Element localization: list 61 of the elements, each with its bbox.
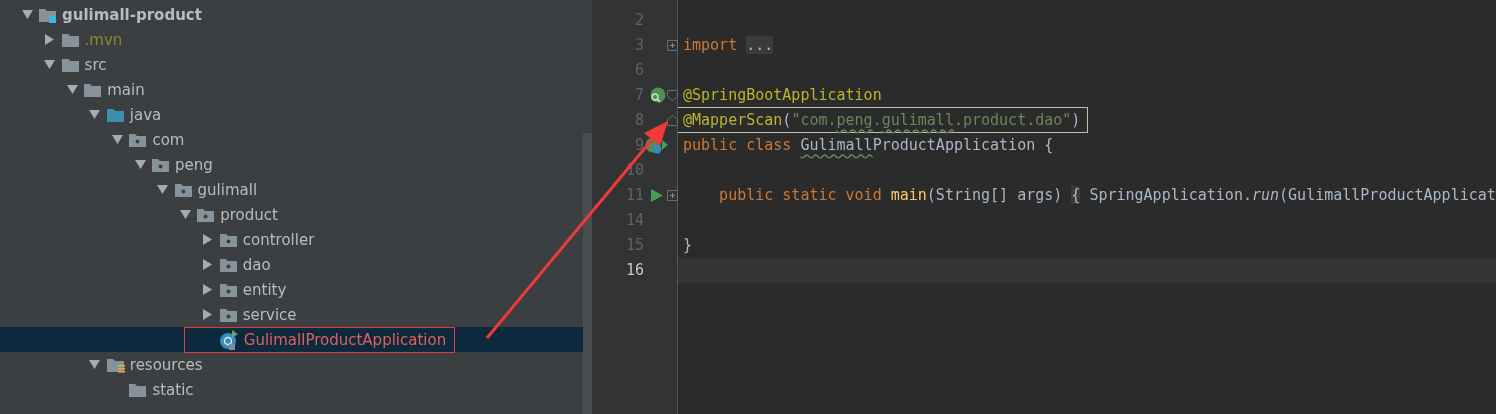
tree-item-label[interactable]: main — [107, 80, 145, 99]
package-icon — [218, 281, 238, 298]
package-icon — [218, 256, 238, 273]
caret-icon[interactable] — [44, 59, 56, 70]
caret-icon[interactable] — [179, 209, 191, 220]
caret-icon[interactable] — [202, 284, 214, 295]
tree-item-label[interactable]: gulimall-product — [62, 5, 202, 24]
folder-icon — [60, 31, 80, 48]
code-line: } — [683, 235, 693, 255]
code-line: @SpringBootApplication — [683, 85, 882, 105]
caret-icon[interactable] — [21, 9, 33, 20]
folder-icon — [83, 81, 103, 98]
tree-item-label[interactable]: gulimall — [197, 180, 258, 199]
scrollbar-thumb[interactable] — [583, 133, 592, 414]
folder-icon — [128, 381, 148, 398]
fold-marker-icon[interactable] — [667, 39, 678, 51]
tree-item-label[interactable]: dao — [242, 255, 271, 274]
tree-item-label[interactable]: peng — [175, 155, 213, 174]
caret-icon[interactable] — [134, 159, 146, 170]
code-line: public class GulimallProductApplication { — [683, 135, 1054, 155]
code-line: import ... — [683, 35, 774, 55]
caret-icon[interactable] — [89, 359, 101, 370]
tree-item-label[interactable]: .mvn — [84, 30, 123, 49]
fold-marker-icon[interactable] — [667, 89, 678, 101]
tree-item-label[interactable]: java — [129, 105, 162, 124]
selected-tree-row[interactable]: GulimallProductApplication — [0, 327, 583, 352]
resource-folder-icon — [105, 356, 125, 373]
code-line: public static void main(String[] args) { SpringApplication.run(GulimallProductApplicat — [718, 185, 1496, 205]
caret-icon[interactable] — [111, 134, 123, 145]
package-icon — [218, 231, 238, 248]
caret-icon[interactable] — [66, 84, 78, 95]
fold-marker-icon[interactable] — [667, 189, 678, 201]
caret-icon[interactable] — [89, 109, 101, 120]
run-icon[interactable] — [651, 188, 663, 202]
package-icon — [151, 156, 170, 173]
tree-item-label[interactable]: service — [242, 305, 297, 324]
tree-item-label[interactable]: product — [220, 205, 278, 224]
bean-search-icon[interactable] — [648, 86, 666, 104]
package-icon — [173, 181, 193, 198]
caret-icon[interactable] — [202, 234, 214, 245]
fold-marker-icon[interactable] — [667, 114, 678, 126]
module-icon — [38, 6, 57, 23]
package-icon — [196, 206, 216, 223]
tree-item-label[interactable]: static — [152, 380, 194, 399]
caret-icon[interactable] — [202, 259, 214, 270]
tree-item-label[interactable]: com — [152, 130, 185, 149]
package-icon — [218, 306, 238, 323]
caret-icon[interactable] — [157, 184, 169, 195]
tree-item-label[interactable]: controller — [242, 230, 315, 249]
tree-item-label[interactable]: src — [84, 55, 107, 74]
code-line: @MapperScan("com.peng.gulimall.product.dao") — [683, 110, 1081, 130]
line-number: 16 — [624, 261, 644, 279]
tree-item-label[interactable]: GulimallProductApplication — [243, 330, 447, 349]
tree-item-label[interactable]: resources — [129, 355, 203, 374]
class-icon — [218, 329, 239, 350]
package-icon — [128, 131, 148, 148]
folder-icon — [60, 56, 80, 73]
tree-item-label[interactable]: entity — [242, 280, 287, 299]
folder-icon — [105, 106, 125, 123]
caret-icon[interactable] — [202, 309, 214, 320]
caret-icon[interactable] — [44, 34, 56, 45]
